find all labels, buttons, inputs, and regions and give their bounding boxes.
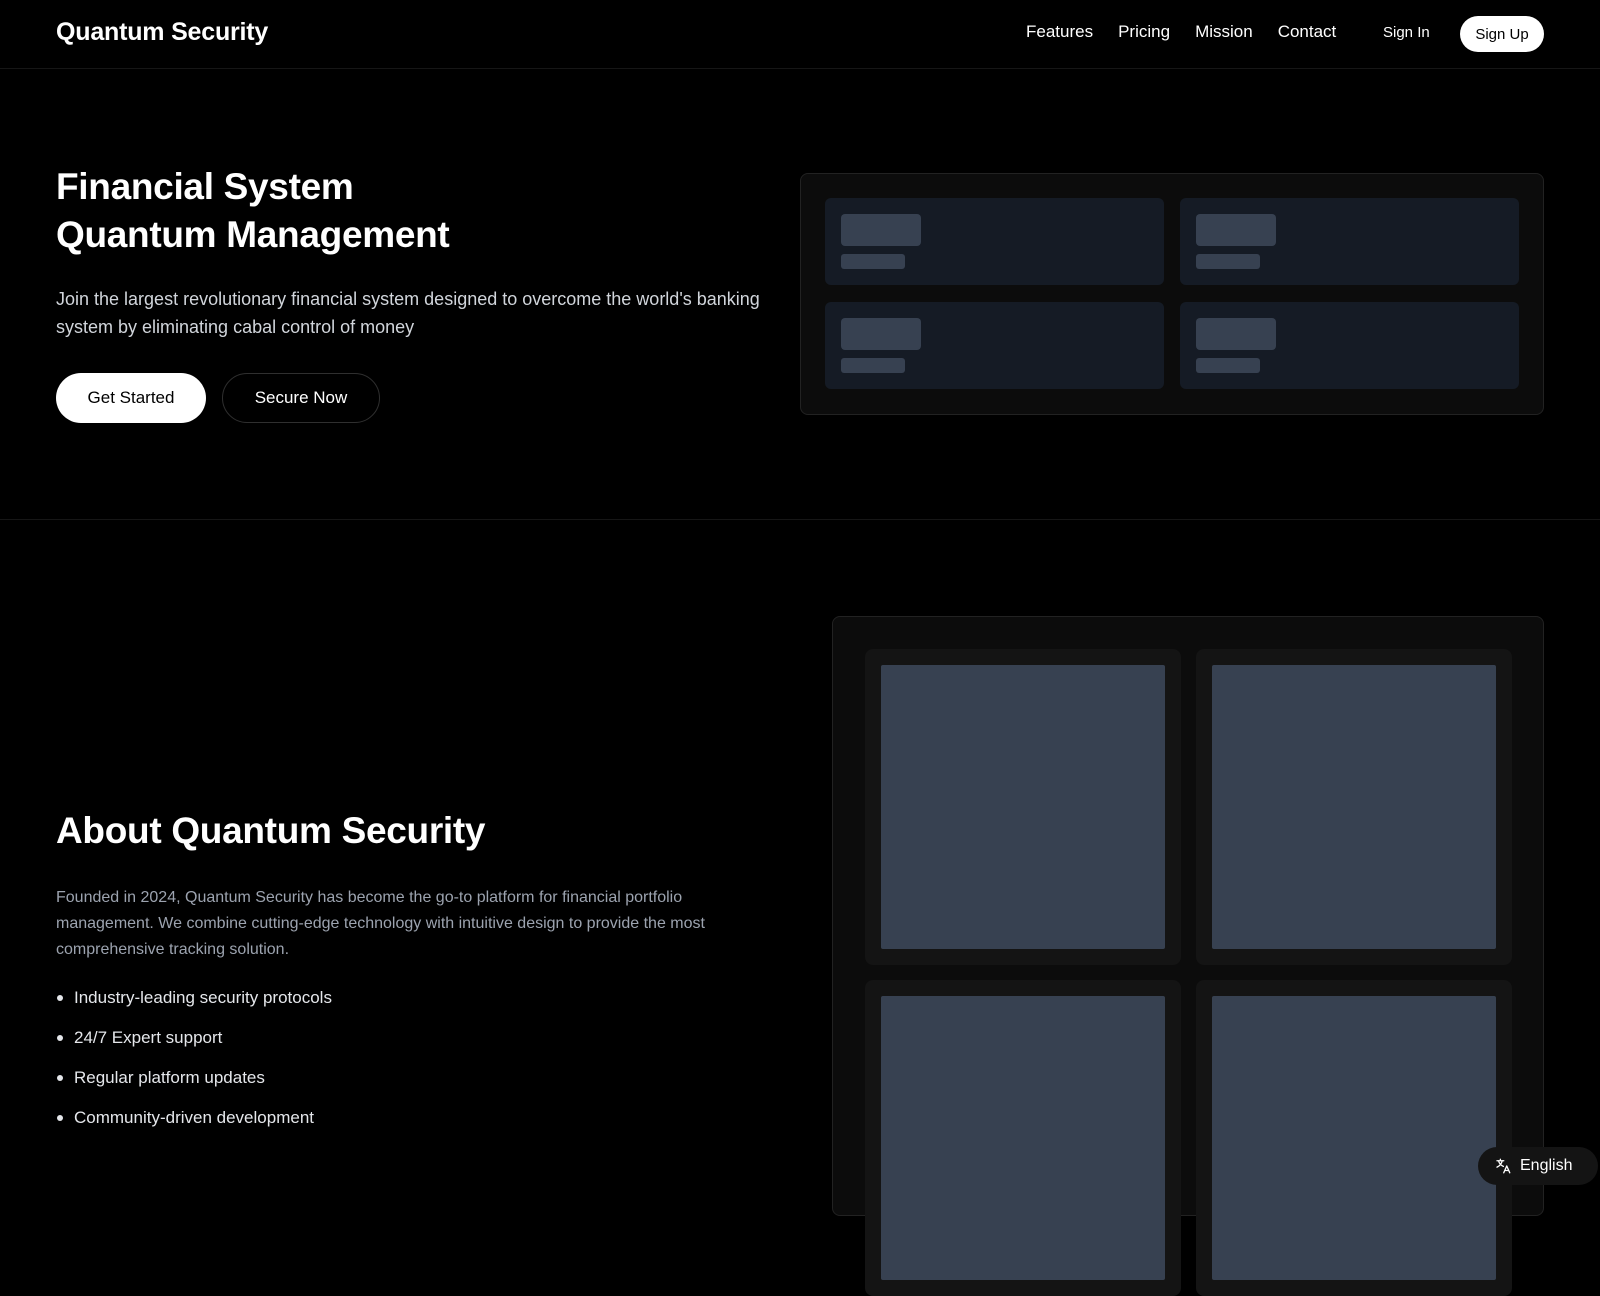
stat-card-placeholder — [825, 302, 1164, 389]
image-placeholder — [1212, 665, 1496, 949]
nav-link-features[interactable]: Features — [1026, 22, 1093, 42]
image-card — [1196, 649, 1512, 965]
nav-link-mission[interactable]: Mission — [1195, 22, 1253, 42]
skeleton-block — [1196, 214, 1276, 246]
image-placeholder — [1212, 996, 1496, 1280]
hero-title-line2: Quantum Management — [56, 214, 450, 255]
stat-card-placeholder — [825, 198, 1164, 285]
list-item: 24/7 Expert support — [56, 1028, 332, 1068]
stat-card-placeholder — [1180, 302, 1519, 389]
skeleton-line — [841, 254, 905, 269]
image-grid-preview — [832, 616, 1544, 1296]
sign-in-link[interactable]: Sign In — [1383, 24, 1430, 41]
sign-up-button[interactable]: Sign Up — [1460, 16, 1544, 52]
image-placeholder — [881, 665, 1165, 949]
section-divider — [0, 519, 1600, 520]
list-item: Community-driven development — [56, 1108, 332, 1148]
skeleton-line — [841, 358, 905, 373]
about-title: About Quantum Security — [56, 810, 486, 851]
hero-title: Financial System Quantum Management — [56, 163, 450, 259]
nav-link-pricing[interactable]: Pricing — [1118, 22, 1170, 42]
hero-subtitle: Join the largest revolutionary financial… — [56, 289, 760, 337]
feature-list: Industry-leading security protocols 24/7… — [56, 988, 332, 1148]
secure-now-button[interactable]: Secure Now — [222, 373, 380, 423]
skeleton-line — [1196, 358, 1260, 373]
image-placeholder — [881, 996, 1165, 1280]
list-item: Regular platform updates — [56, 1068, 332, 1108]
main-nav: Features Pricing Mission Contact — [1026, 22, 1336, 42]
language-label: English — [1520, 1157, 1573, 1174]
image-card — [865, 980, 1181, 1296]
get-started-button[interactable]: Get Started — [56, 373, 206, 423]
dashboard-preview — [800, 173, 1544, 415]
stat-card-placeholder — [1180, 198, 1519, 285]
skeleton-line — [1196, 254, 1260, 269]
skeleton-block — [1196, 318, 1276, 350]
top-navbar: Quantum Security Features Pricing Missio… — [0, 0, 1600, 69]
skeleton-block — [841, 214, 921, 246]
hero-title-line1: Financial System — [56, 166, 354, 207]
nav-link-contact[interactable]: Contact — [1278, 22, 1337, 42]
list-item: Industry-leading security protocols — [56, 988, 332, 1028]
brand-logo[interactable]: Quantum Security — [56, 18, 268, 47]
language-selector[interactable]: English — [1478, 1147, 1598, 1185]
image-card — [865, 649, 1181, 965]
about-description: Founded in 2024, Quantum Security has be… — [56, 889, 705, 958]
skeleton-block — [841, 318, 921, 350]
translate-icon — [1496, 1158, 1511, 1174]
image-card — [1196, 980, 1512, 1296]
